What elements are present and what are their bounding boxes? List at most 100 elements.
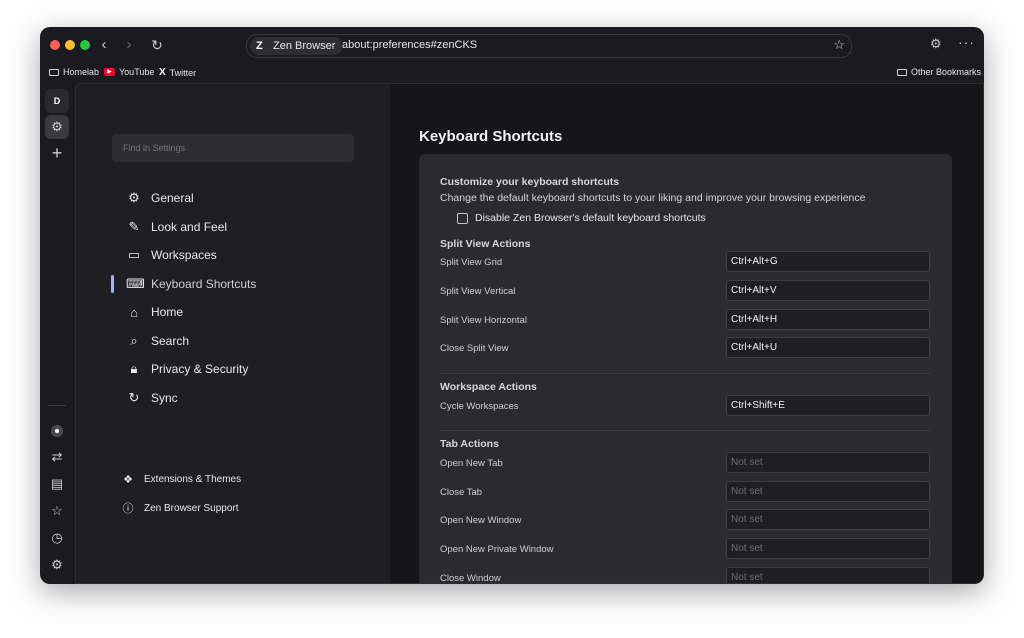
shortcut-label: Close Split View (440, 343, 509, 354)
zen-logo-icon: Z (256, 39, 263, 52)
zen-support-link[interactable]: ⓘ Zen Browser Support (122, 500, 239, 516)
nav-label: Home (151, 305, 184, 319)
settings-sidebar: ⚙ General ✎ Look and Feel ▭ Workspaces ⌨… (76, 84, 390, 583)
shortcut-input[interactable]: Ctrl+Alt+V (726, 280, 930, 301)
star-icon[interactable]: ☆ (45, 499, 69, 523)
disable-defaults-checkbox[interactable]: Disable Zen Browser's default keyboard s… (457, 212, 706, 224)
checkbox-box[interactable] (457, 212, 468, 224)
shortcut-input[interactable]: Ctrl+Alt+H (726, 309, 930, 330)
close-window-button[interactable] (50, 40, 60, 50)
settings-tab-gear-icon[interactable]: ⚙ (45, 115, 69, 139)
other-bookmarks[interactable]: Other Bookmarks (897, 67, 981, 77)
nav-label: Privacy & Security (151, 362, 249, 376)
nav-keyboard-shortcuts[interactable]: ⌨ Keyboard Shortcuts (126, 274, 256, 294)
folder-icon (49, 68, 59, 76)
section-divider (440, 373, 930, 374)
nav-look-and-feel[interactable]: ✎ Look and Feel (126, 217, 228, 237)
shortcut-input[interactable]: Ctrl+Shift+E (726, 395, 930, 416)
nav-label: Sync (151, 391, 178, 405)
home-icon: ⌂ (130, 304, 138, 320)
nav-label: Search (151, 334, 190, 348)
url-text[interactable]: about:preferences#zenCKS (342, 39, 477, 51)
shortcut-label: Close Window (440, 573, 501, 584)
bookmark-label: YouTube (119, 67, 155, 77)
bookmark-homelab[interactable]: Homelab (49, 67, 99, 77)
new-tab-plus-icon[interactable]: + (45, 141, 69, 165)
gear-icon: ⚙ (128, 190, 140, 205)
bookmark-label: Twitter (169, 67, 197, 78)
toolbar: ‹ › ↻ Z Zen Browser about:preferences#ze… (40, 27, 984, 63)
find-in-settings-input[interactable] (112, 134, 354, 162)
section-divider (440, 430, 930, 431)
nav-search[interactable]: ⌕ Search (126, 331, 189, 351)
bookmark-youtube[interactable]: ▶ YouTube (104, 67, 154, 77)
workspace-button[interactable]: D (45, 89, 69, 113)
checkbox-label: Disable Zen Browser's default keyboard s… (475, 212, 706, 224)
nav-privacy-security[interactable]: 🔒︎ Privacy & Security (126, 359, 249, 379)
shortcut-input[interactable]: Not set (726, 452, 930, 473)
nav-home[interactable]: ⌂ Home (126, 302, 183, 322)
shortcut-label: Split View Horizontal (440, 315, 527, 326)
bookmark-twitter[interactable]: X Twitter (159, 67, 196, 78)
shortcut-input[interactable]: Ctrl+Alt+U (726, 337, 930, 358)
sync-icon: ↻ (128, 390, 140, 405)
sidebar-strip: D ⚙ + ⇄ ▤ ☆ ◷ ⚙ (40, 83, 74, 584)
shortcut-input[interactable]: Not set (726, 481, 930, 502)
more-icon[interactable]: ··· (958, 34, 975, 50)
search-icon: ⌕ (130, 333, 138, 348)
youtube-icon: ▶ (104, 68, 115, 76)
star-icon[interactable]: ☆ (833, 37, 845, 53)
strip-divider (48, 405, 66, 406)
shortcut-input[interactable]: Ctrl+Alt+G (726, 251, 930, 272)
page-title: Keyboard Shortcuts (419, 128, 563, 145)
sidebar-toggle-icon[interactable]: ▤ (45, 472, 69, 496)
nav-general[interactable]: ⚙ General (126, 188, 194, 208)
active-indicator (111, 275, 114, 293)
lock-icon: 🔒︎ (130, 361, 138, 376)
gear-icon[interactable]: ⚙ (45, 553, 69, 577)
help-icon: ⓘ (122, 503, 134, 515)
settings-content: Keyboard Shortcuts Customize your keyboa… (390, 84, 983, 584)
history-clock-icon[interactable]: ◷ (45, 526, 69, 550)
maximize-window-button[interactable] (80, 40, 90, 50)
bookmarks-toolbar: Homelab ▶ YouTube X Twitter Other Bookma… (40, 65, 984, 81)
keyboard-shortcuts-icon: ⌨ (126, 276, 145, 291)
swap-icon[interactable]: ⇄ (45, 445, 69, 469)
puzzle-icon: ❖ (123, 474, 133, 486)
url-bar[interactable]: Z Zen Browser about:preferences#zenCKS ☆ (246, 34, 852, 58)
back-button[interactable]: ‹ (95, 36, 113, 54)
shortcut-label: Close Tab (440, 487, 483, 498)
identity-chip-label: Zen Browser (273, 40, 336, 52)
shortcut-label: Split View Grid (440, 257, 503, 268)
bookmark-label: Homelab (63, 67, 100, 77)
nav-label: General (151, 191, 194, 205)
section-heading: Workspace Actions (440, 381, 537, 393)
x-icon: X (159, 67, 166, 78)
window-icon: ▭ (127, 247, 141, 262)
puzzle-icon[interactable]: ⚙ (930, 36, 942, 52)
workspace-dot-icon[interactable] (45, 419, 69, 443)
nav-label: Look and Feel (151, 220, 228, 234)
shortcut-label: Cycle Workspaces (440, 401, 519, 412)
customize-description: Change the default keyboard shortcuts to… (440, 192, 866, 204)
footer-link-label: Zen Browser Support (144, 502, 239, 514)
shortcut-label: Split View Vertical (440, 286, 516, 297)
nav-workspaces[interactable]: ▭ Workspaces (126, 245, 217, 265)
shortcut-input[interactable]: Not set (726, 538, 930, 559)
nav-label: Keyboard Shortcuts (151, 277, 257, 291)
brush-icon: ✎ (128, 219, 140, 234)
section-heading: Split View Actions (440, 238, 531, 250)
shortcut-input[interactable]: Not set (726, 567, 930, 583)
identity-chip[interactable]: Z Zen Browser (250, 37, 344, 55)
extensions-themes-link[interactable]: ❖ Extensions & Themes (122, 473, 241, 486)
shortcut-input[interactable]: Not set (726, 509, 930, 530)
minimize-window-button[interactable] (65, 40, 75, 50)
footer-link-label: Extensions & Themes (144, 474, 242, 485)
shortcut-label: Open New Tab (440, 458, 503, 469)
forward-button[interactable]: › (120, 36, 138, 54)
shortcut-label: Open New Window (440, 515, 522, 526)
customize-heading: Customize your keyboard shortcuts (440, 176, 620, 188)
nav-sync[interactable]: ↻ Sync (126, 388, 178, 408)
nav-label: Workspaces (151, 248, 217, 262)
reload-button[interactable]: ↻ (148, 36, 166, 54)
